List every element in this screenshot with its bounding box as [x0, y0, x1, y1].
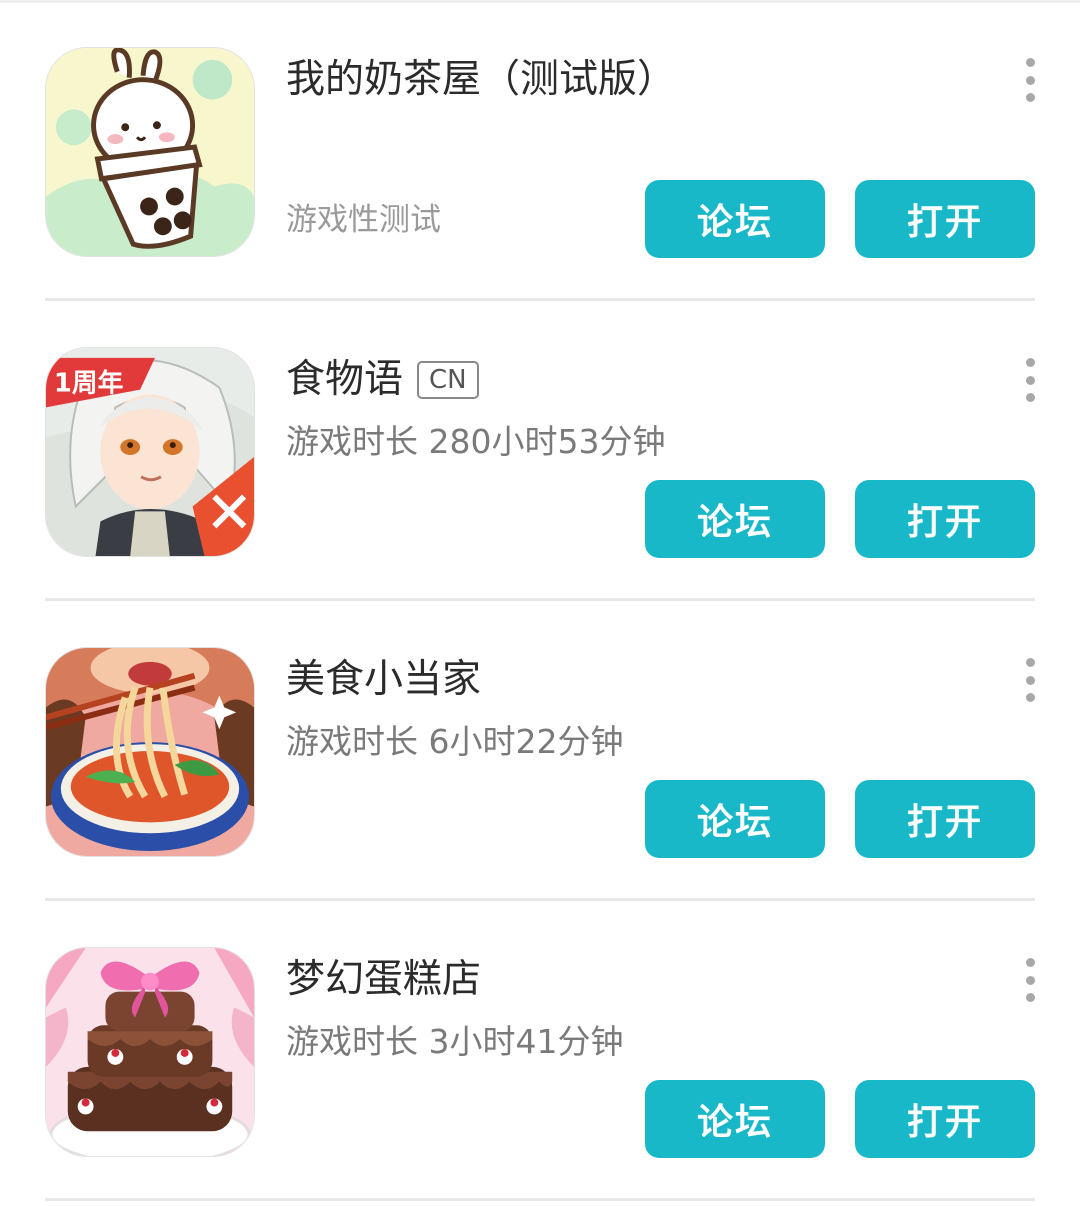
- app-playtime: 游戏时长 280小时53分钟: [286, 422, 666, 461]
- app-title-row: 我的奶茶屋（测试版）: [286, 52, 676, 108]
- list-item[interactable]: 梦幻蛋糕店 游戏时长 3小时41分钟 论坛 打开: [0, 900, 1080, 1201]
- app-title-row: 食物语 CN: [286, 352, 479, 408]
- anniversary-banner-text: 1周年: [54, 368, 124, 399]
- open-button[interactable]: 打开: [855, 180, 1035, 258]
- app-subtitle: 游戏性测试: [286, 202, 441, 238]
- app-title: 我的奶茶屋（测试版）: [286, 57, 677, 102]
- open-button[interactable]: 打开: [855, 780, 1035, 858]
- app-title: 食物语: [286, 357, 404, 402]
- list-item[interactable]: 我的奶茶屋（测试版） 游戏性测试 论坛 打开: [0, 0, 1080, 301]
- list-item[interactable]: 1周年 食物语 CN 游戏时长 280小时53分钟 论坛 打开: [0, 300, 1080, 601]
- list-item[interactable]: 美食小当家 游戏时长 6小时22分钟 论坛 打开: [0, 600, 1080, 901]
- more-options-icon[interactable]: [1012, 958, 1048, 1002]
- forum-button[interactable]: 论坛: [645, 780, 825, 858]
- noodle-bowl-icon[interactable]: [45, 647, 255, 857]
- app-playtime: 游戏时长 3小时41分钟: [286, 1022, 624, 1061]
- divider: [45, 1198, 1035, 1201]
- more-options-icon[interactable]: [1012, 358, 1048, 402]
- forum-button[interactable]: 论坛: [645, 480, 825, 558]
- app-title: 梦幻蛋糕店: [286, 957, 482, 1002]
- forum-button[interactable]: 论坛: [645, 1080, 825, 1158]
- cake-icon[interactable]: [45, 947, 255, 1157]
- app-playtime: 游戏时长 6小时22分钟: [286, 722, 624, 761]
- region-tag: CN: [417, 361, 479, 399]
- open-button[interactable]: 打开: [855, 480, 1035, 558]
- forum-button[interactable]: 论坛: [645, 180, 825, 258]
- more-options-icon[interactable]: [1012, 658, 1048, 702]
- more-options-icon[interactable]: [1012, 58, 1048, 102]
- app-title-row: 梦幻蛋糕店: [286, 952, 481, 1008]
- anime-character-icon[interactable]: 1周年: [45, 347, 255, 557]
- open-button[interactable]: 打开: [855, 1080, 1035, 1158]
- milk-tea-bunny-icon[interactable]: [45, 47, 255, 257]
- app-title: 美食小当家: [286, 657, 482, 702]
- app-title-row: 美食小当家: [286, 652, 481, 708]
